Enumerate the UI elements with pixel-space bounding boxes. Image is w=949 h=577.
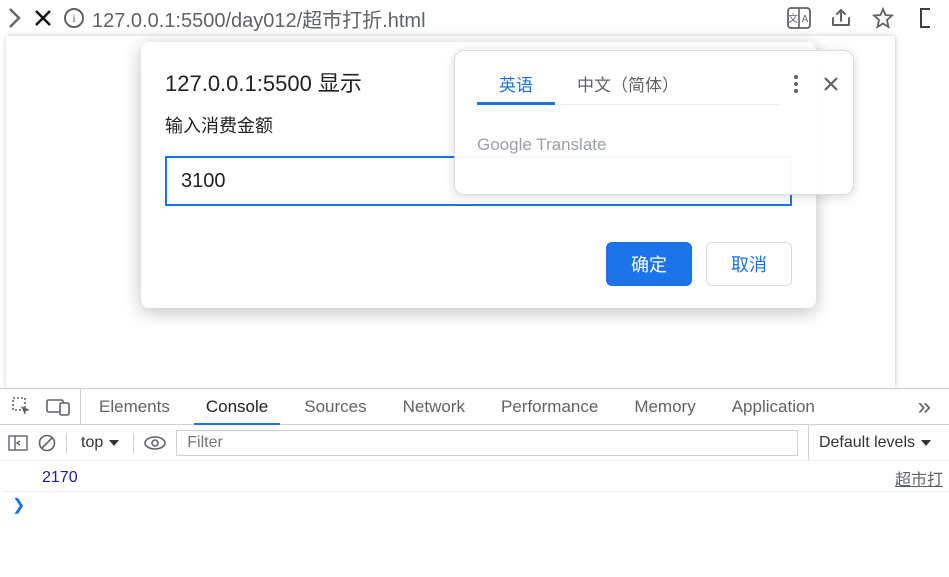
svg-text:A: A — [802, 14, 809, 25]
device-toolbar-icon[interactable] — [46, 398, 70, 416]
prompt-actions: 确定 取消 — [165, 242, 792, 286]
window-fragment-icon — [913, 7, 937, 29]
tab-network[interactable]: Network — [385, 389, 483, 424]
live-expression-icon[interactable] — [144, 436, 166, 450]
console-input-row[interactable]: ❯ — [2, 491, 949, 517]
levels-label: Default levels — [819, 434, 915, 452]
clear-console-icon[interactable] — [38, 434, 56, 452]
tab-console[interactable]: Console — [188, 389, 286, 424]
forward-fragment-icon[interactable] — [8, 7, 22, 29]
translate-tab-source[interactable]: 英语 — [477, 63, 555, 104]
console-output: 2170 超市打 ❯ — [0, 461, 949, 517]
address-bar[interactable]: i 127.0.0.1:5500/day012/超巿打折.html — [64, 4, 775, 33]
prompt-ok-button[interactable]: 确定 — [606, 242, 692, 286]
url-text: 127.0.0.1:5500/day012/超巿打折.html — [92, 4, 426, 33]
translate-icon[interactable]: 文A — [787, 7, 811, 29]
browser-toolbar: i 127.0.0.1:5500/day012/超巿打折.html 文A — [0, 0, 949, 36]
browser-action-icons: 文A — [787, 7, 941, 29]
console-log-row[interactable]: 2170 超市打 — [2, 465, 949, 491]
dropdown-triangle-icon — [921, 440, 931, 446]
console-filter-input[interactable] — [176, 430, 798, 456]
tab-sources[interactable]: Sources — [286, 389, 384, 424]
devtools-tabs: Elements Console Sources Network Perform… — [0, 389, 949, 425]
console-log-value: 2170 — [42, 469, 78, 487]
tab-memory[interactable]: Memory — [616, 389, 713, 424]
stop-reload-icon[interactable] — [34, 9, 52, 27]
prompt-cancel-button[interactable]: 取消 — [706, 242, 792, 286]
tab-elements[interactable]: Elements — [81, 389, 188, 424]
translate-menu-icon[interactable] — [793, 74, 799, 94]
devtools-panel: Elements Console Sources Network Perform… — [0, 388, 949, 577]
log-levels-select[interactable]: Default levels — [808, 425, 941, 460]
console-prompt-icon: ❯ — [12, 495, 25, 515]
translate-close-icon[interactable] — [823, 76, 839, 92]
console-log-source[interactable]: 超市打 — [895, 466, 949, 490]
translate-tab-target[interactable]: 中文（简体） — [555, 63, 701, 104]
svg-text:文: 文 — [788, 12, 798, 25]
context-label: top — [81, 434, 103, 452]
translate-tabs: 英语 中文（简体） — [477, 63, 839, 104]
site-info-icon[interactable]: i — [64, 8, 84, 28]
translate-popover: 英语 中文（简体） Google Translate — [454, 50, 854, 195]
inspect-element-icon[interactable] — [12, 397, 32, 417]
dropdown-triangle-icon — [109, 440, 119, 446]
page-viewport: 127.0.0.1:5500 显示 输入消费金额 确定 取消 英语 中文（简体）… — [6, 36, 895, 388]
share-icon[interactable] — [829, 7, 853, 29]
tabs-overflow-icon[interactable]: » — [918, 393, 943, 421]
tab-performance[interactable]: Performance — [483, 389, 616, 424]
console-toolbar: top Default levels — [0, 425, 949, 461]
execution-context-select[interactable]: top — [77, 434, 123, 452]
console-sidebar-toggle-icon[interactable] — [8, 435, 28, 451]
tab-application[interactable]: Application — [714, 389, 833, 424]
translate-brand: Google Translate — [477, 135, 839, 155]
bookmark-star-icon[interactable] — [871, 7, 895, 29]
